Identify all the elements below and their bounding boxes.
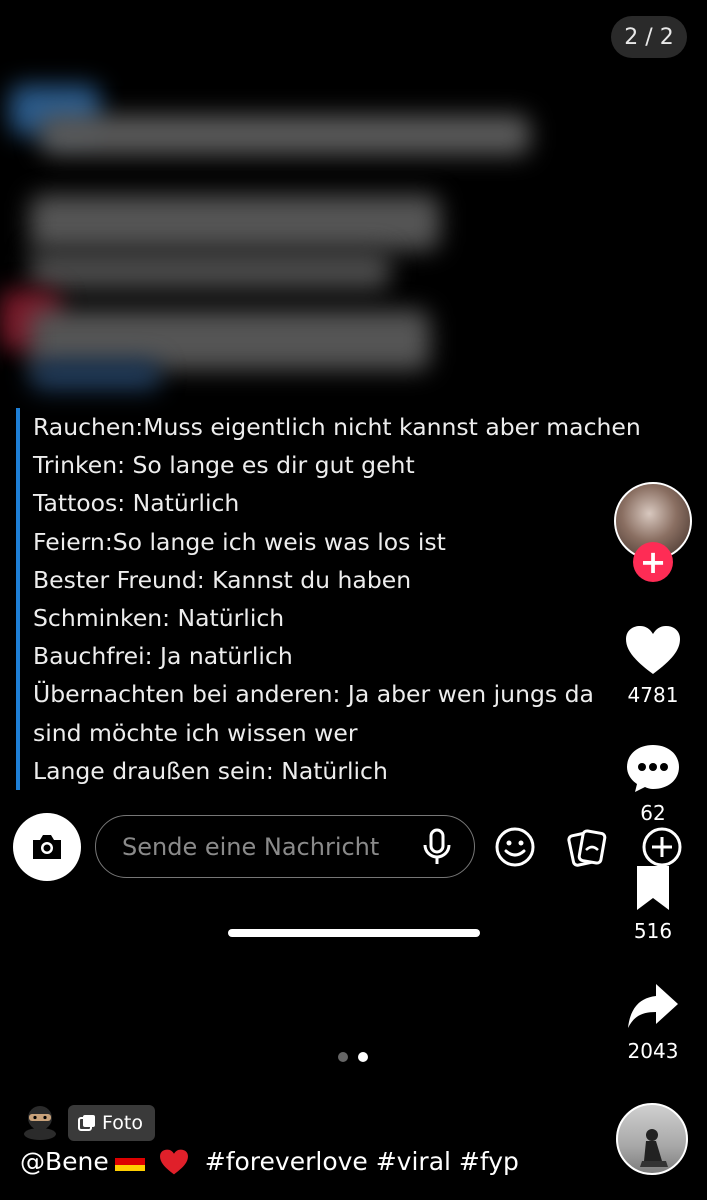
sticker-gallery-icon[interactable]: [566, 826, 608, 868]
carousel-dot[interactable]: [338, 1052, 348, 1062]
emoji-icon[interactable]: [494, 826, 536, 868]
chat-line: sind möchte ich wissen wer: [33, 718, 358, 747]
like-count: 4781: [627, 683, 679, 707]
chat-line: Tattoos: Natürlich: [33, 489, 240, 518]
post-caption: @Bene #foreverlove #viral #fyp: [20, 1147, 519, 1176]
carousel-dot-active[interactable]: [358, 1052, 368, 1062]
follow-button[interactable]: +: [633, 542, 673, 582]
camera-button[interactable]: [13, 813, 81, 881]
sound-avatar[interactable]: [616, 1103, 688, 1175]
chat-line: Lange draußen sein: Natürlich: [33, 756, 388, 785]
red-heart-icon: [159, 1149, 188, 1174]
message-input-placeholder: Sende eine Nachricht: [122, 832, 380, 861]
comment-count: 62: [640, 801, 666, 825]
post-type-badge: Foto: [68, 1105, 155, 1141]
bookmark-button[interactable]: 516: [613, 864, 693, 943]
like-button[interactable]: 4781: [613, 624, 693, 707]
chat-line: Feiern:So lange ich weis was los ist: [33, 527, 446, 556]
blurred-chat-content: [0, 60, 620, 400]
chat-message: Rauchen:Muss eigentlich nicht kannst abe…: [16, 408, 643, 791]
carousel-dots: [338, 1052, 368, 1062]
share-count: 2043: [627, 1039, 679, 1063]
chat-line: Bester Freund: Kannst du haben: [33, 565, 412, 594]
hashtags[interactable]: #foreverlove #viral #fyp: [205, 1147, 519, 1176]
home-indicator: [228, 929, 480, 937]
share-button[interactable]: 2043: [613, 980, 693, 1063]
plus-icon: +: [639, 543, 667, 581]
slide-counter: 2 / 2: [611, 16, 687, 58]
share-arrow-icon: [628, 984, 678, 1028]
chat-line: Bauchfrei: Ja natürlich: [33, 642, 293, 671]
bookmark-icon: [637, 866, 669, 910]
comment-icon: [627, 745, 679, 792]
chat-line: Schminken: Natürlich: [33, 604, 285, 633]
message-input[interactable]: Sende eine Nachricht: [95, 815, 475, 878]
ninja-emoji-icon: [24, 1106, 56, 1140]
germany-flag-icon: [114, 1151, 145, 1172]
username-link[interactable]: @Bene: [20, 1147, 109, 1176]
photo-stack-icon: [78, 1115, 95, 1131]
camera-icon: [33, 835, 61, 859]
add-circle-icon[interactable]: [641, 826, 683, 868]
comment-button[interactable]: 62: [613, 742, 693, 825]
post-type-label: Foto: [102, 1112, 143, 1134]
person-silhouette-icon: [640, 1129, 668, 1167]
microphone-icon[interactable]: [422, 828, 452, 866]
chat-line: Rauchen:Muss eigentlich nicht kannst abe…: [33, 413, 641, 441]
chat-line: Übernachten bei anderen: Ja aber wen jun…: [33, 680, 594, 709]
chat-line: Trinken: So lange es dir gut geht: [33, 451, 415, 480]
heart-icon: [626, 626, 680, 674]
bookmark-count: 516: [633, 919, 673, 943]
